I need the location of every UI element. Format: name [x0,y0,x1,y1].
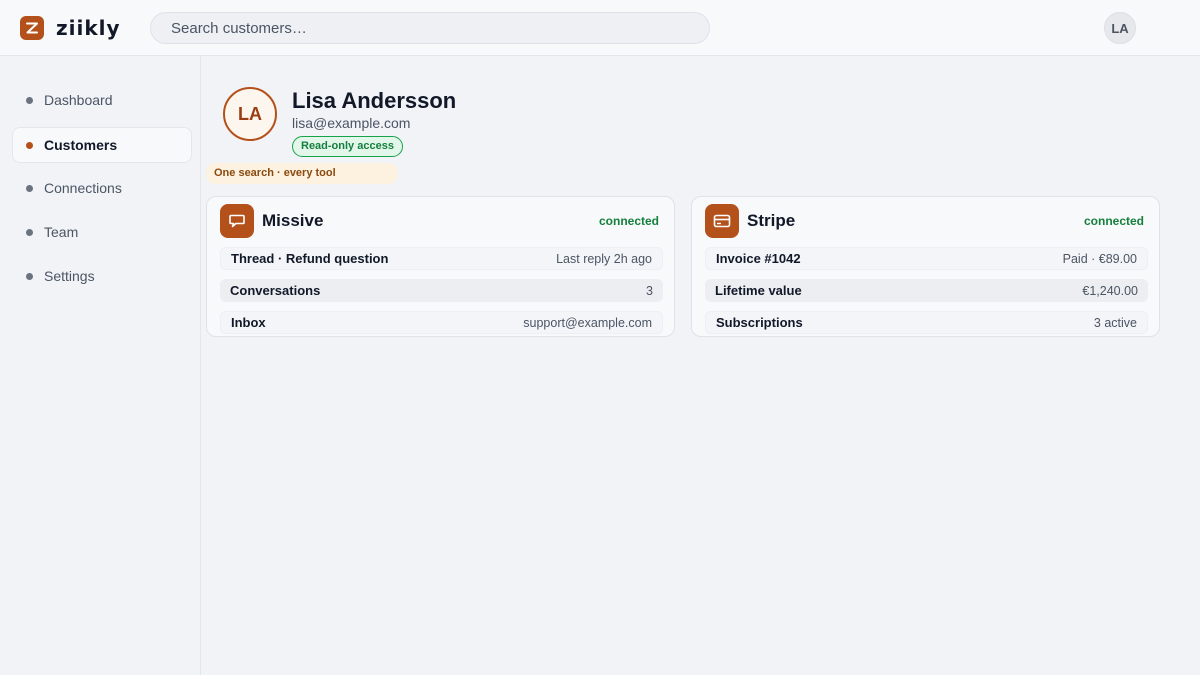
sidebar-item-customers[interactable]: Customers [12,127,192,163]
row-value: support@example.com [523,315,652,330]
customer-name: Lisa Andersson [292,88,457,113]
search-input[interactable] [150,12,710,44]
bullet-icon [26,141,33,149]
sidebar-item-label: Customers [44,137,118,153]
sidebar-item-connections[interactable]: Connections [12,170,192,206]
stripe-card: Stripe connected Invoice #1042 Paid · €8… [691,196,1160,337]
detail-row[interactable]: Conversations 3 [220,279,663,302]
sidebar-item-settings[interactable]: Settings [12,258,192,294]
customer-email: lisa@example.com [292,115,411,131]
sidebar: Dashboard Customers Connections Team Set… [0,56,201,675]
detail-row[interactable]: Lifetime value €1,240.00 [705,279,1148,302]
sidebar-item-label: Settings [44,268,95,284]
sidebar-item-label: Dashboard [44,92,113,108]
customer-avatar: LA [223,87,277,141]
sidebar-item-label: Connections [44,180,122,196]
row-label: Lifetime value [715,283,802,298]
connection-status: connected [1083,214,1144,228]
bullet-icon [26,228,33,236]
detail-row[interactable]: Inbox support@example.com [220,311,663,334]
top-bar: ziikly LA [0,0,1200,56]
user-avatar[interactable]: LA [1104,12,1136,44]
credit-card-icon [705,204,739,238]
card-title: Missive [262,211,324,230]
chat-bubble-icon [220,204,254,238]
row-label: Invoice #1042 [716,251,801,266]
row-value: 3 [646,283,653,298]
bullet-icon [26,96,33,104]
detail-row[interactable]: Subscriptions 3 active [705,311,1148,334]
app-name: ziikly [56,16,121,40]
sidebar-item-team[interactable]: Team [12,214,192,250]
missive-card: Missive connected Thread · Refund questi… [206,196,675,337]
detail-row[interactable]: Invoice #1042 Paid · €89.00 [705,247,1148,270]
sidebar-item-label: Team [44,224,79,240]
tagline-banner: One search · every tool [206,163,398,184]
card-title: Stripe [747,211,796,230]
detail-row[interactable]: Thread · Refund question Last reply 2h a… [220,247,663,270]
sidebar-item-dashboard[interactable]: Dashboard [12,82,192,118]
row-value: Last reply 2h ago [556,251,652,266]
connection-status: connected [598,214,659,228]
row-label: Inbox [231,315,266,330]
row-value: Paid · €89.00 [1062,251,1137,266]
logo-icon [20,16,44,40]
row-value: 3 active [1093,315,1137,330]
row-label: Conversations [230,283,321,298]
access-badge: Read-only access [292,136,403,157]
row-label: Subscriptions [716,315,803,330]
row-label: Thread · Refund question [231,251,389,266]
row-value: €1,240.00 [1082,283,1138,298]
bullet-icon [26,184,33,192]
bullet-icon [26,272,33,280]
